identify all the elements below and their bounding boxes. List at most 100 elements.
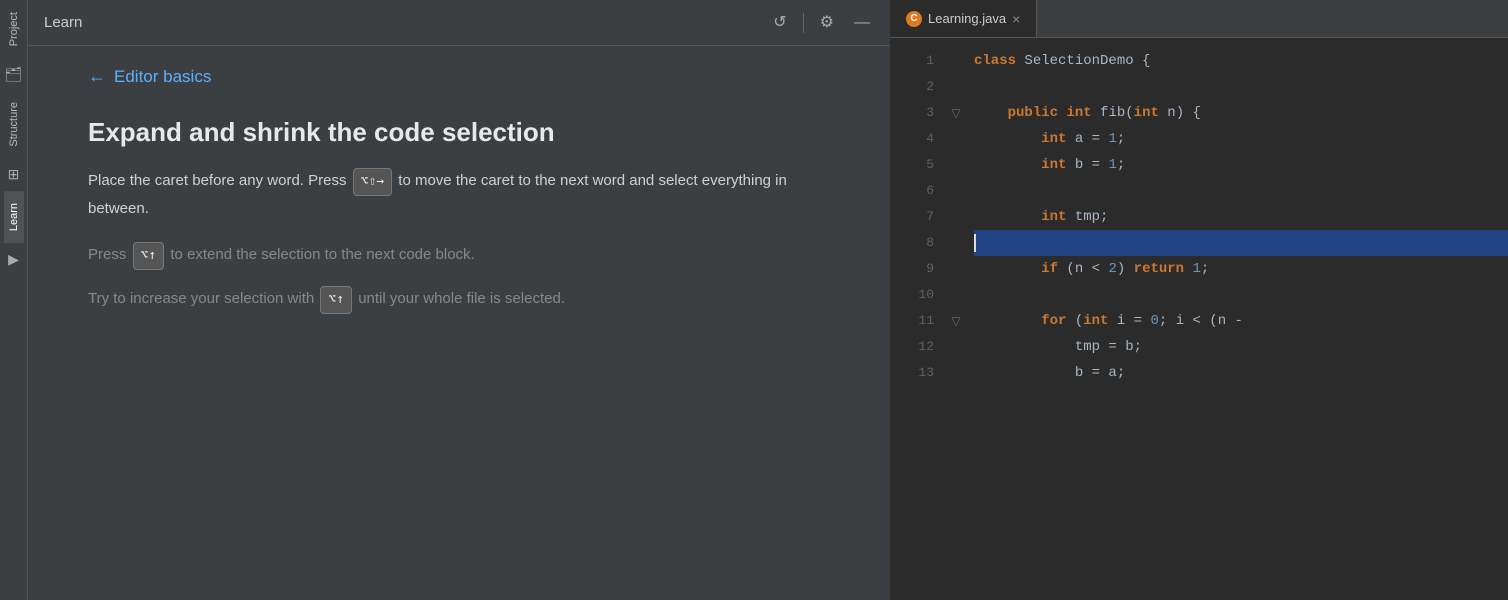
back-arrow-icon: ←: [88, 66, 106, 87]
code-token: 1: [1108, 126, 1116, 152]
code-token: int: [1066, 100, 1091, 126]
reset-button[interactable]: ↺: [769, 11, 790, 35]
gutter-cell: [946, 360, 966, 386]
code-line: [974, 282, 1508, 308]
sidebar-tabs: Project 🗂 Structure ⊞ Learn ▶: [0, 0, 28, 600]
line-number: 9: [890, 256, 946, 282]
step1-pre: Press: [88, 246, 126, 263]
sidebar-tab-project[interactable]: Project: [4, 0, 24, 58]
line-number: 13: [890, 360, 946, 386]
editor-tabs: C Learning.java ×: [890, 0, 1508, 38]
line-number: 3: [890, 100, 946, 126]
line-number: 1: [890, 48, 946, 74]
code-token: int: [1134, 100, 1159, 126]
tab-label: Learning.java: [928, 11, 1006, 26]
code-line: [974, 74, 1508, 100]
editor-panel: C Learning.java × 12345678910111213 ▽▽ c…: [890, 0, 1508, 600]
code-token: 2: [1108, 256, 1116, 282]
tab-close-button[interactable]: ×: [1012, 11, 1020, 27]
code-token: fib(: [1092, 100, 1134, 126]
learn-panel-header: Learn ↺ ⚙ —: [28, 0, 890, 46]
lesson-description: Place the caret before any word. Press ⌥…: [88, 168, 850, 222]
code-token: 1: [1193, 256, 1201, 282]
folder-icon: 🗂: [4, 64, 24, 84]
settings-button[interactable]: ⚙: [816, 11, 838, 35]
back-link-label: Editor basics: [114, 67, 211, 87]
gutter-cell: [946, 230, 966, 256]
step2-post: until your whole file is selected.: [358, 290, 565, 307]
sidebar-tab-learn[interactable]: Learn: [4, 191, 24, 243]
code-token: b = a;: [974, 360, 1125, 386]
line-number: 5: [890, 152, 946, 178]
gutter-cell: [946, 204, 966, 230]
structure-icon: ⊞: [4, 165, 24, 185]
shortcut-1: ⌥⇧→: [353, 168, 392, 196]
code-line: tmp = b;: [974, 334, 1508, 360]
code-token: int: [1041, 152, 1066, 178]
lesson-step-2: Try to increase your selection with ⌥↑ u…: [88, 286, 850, 314]
code-token: return: [1134, 256, 1184, 282]
code-token: [974, 100, 1008, 126]
editor-gutter: ▽▽: [946, 38, 966, 600]
line-number: 12: [890, 334, 946, 360]
code-token: tmp = b;: [974, 334, 1142, 360]
code-line: [974, 230, 1508, 256]
code-line: int a = 1;: [974, 126, 1508, 152]
step1-post: to extend the selection to the next code…: [170, 246, 474, 263]
lesson-step-1: Press ⌥↑ to extend the selection to the …: [88, 242, 850, 270]
code-token: int: [1083, 308, 1108, 334]
code-token: int: [1041, 126, 1066, 152]
code-token: ;: [1117, 126, 1125, 152]
step2-pre: Try to increase your selection with: [88, 290, 314, 307]
line-number: 10: [890, 282, 946, 308]
header-actions: ↺ ⚙ —: [769, 11, 874, 35]
code-token: [974, 204, 1041, 230]
gutter-cell: [946, 256, 966, 282]
line-numbers: 12345678910111213: [890, 38, 946, 600]
editor-code[interactable]: class SelectionDemo { public int fib(int…: [966, 38, 1508, 600]
line-number: 2: [890, 74, 946, 100]
code-token: [974, 126, 1041, 152]
code-token: 0: [1150, 308, 1158, 334]
code-token: ;: [1201, 256, 1209, 282]
shortcut-3: ⌥↑: [320, 286, 352, 314]
minimize-button[interactable]: —: [850, 11, 874, 35]
code-token: int: [1041, 204, 1066, 230]
gutter-cell: ▽: [946, 308, 966, 334]
line-number: 6: [890, 178, 946, 204]
code-token: 1: [1108, 152, 1116, 178]
sidebar-tab-structure[interactable]: Structure: [4, 90, 24, 159]
learn-panel-content: ← Editor basics Expand and shrink the co…: [28, 46, 890, 600]
text-cursor: [974, 234, 976, 252]
line-number: 11: [890, 308, 946, 334]
learn-panel: Learn ↺ ⚙ — ← Editor basics Expand and s…: [28, 0, 890, 600]
code-token: i =: [1108, 308, 1150, 334]
java-file-icon: C: [906, 11, 922, 27]
code-token: a =: [1066, 126, 1108, 152]
code-line: int b = 1;: [974, 152, 1508, 178]
back-link[interactable]: ← Editor basics: [88, 66, 850, 87]
gutter-cell: [946, 48, 966, 74]
gutter-cell: [946, 282, 966, 308]
code-line: [974, 178, 1508, 204]
code-line: class SelectionDemo {: [974, 48, 1508, 74]
panel-title: Learn: [44, 14, 82, 31]
code-token: ): [1117, 256, 1134, 282]
header-divider: [803, 13, 804, 33]
code-token: ;: [1117, 152, 1125, 178]
code-token: b =: [1066, 152, 1108, 178]
code-line: for (int i = 0; i < (n -: [974, 308, 1508, 334]
code-line: if (n < 2) return 1;: [974, 256, 1508, 282]
editor-tab-learning[interactable]: C Learning.java ×: [890, 0, 1037, 37]
code-token: ; i < (n -: [1159, 308, 1243, 334]
code-line: b = a;: [974, 360, 1508, 386]
code-token: [974, 308, 1041, 334]
code-token: n) {: [1159, 100, 1201, 126]
code-token: public: [1008, 100, 1058, 126]
code-token: (: [1066, 308, 1083, 334]
code-token: [974, 256, 1041, 282]
gutter-cell: ▽: [946, 100, 966, 126]
code-token: [1184, 256, 1192, 282]
code-line: int tmp;: [974, 204, 1508, 230]
gutter-cell: [946, 152, 966, 178]
